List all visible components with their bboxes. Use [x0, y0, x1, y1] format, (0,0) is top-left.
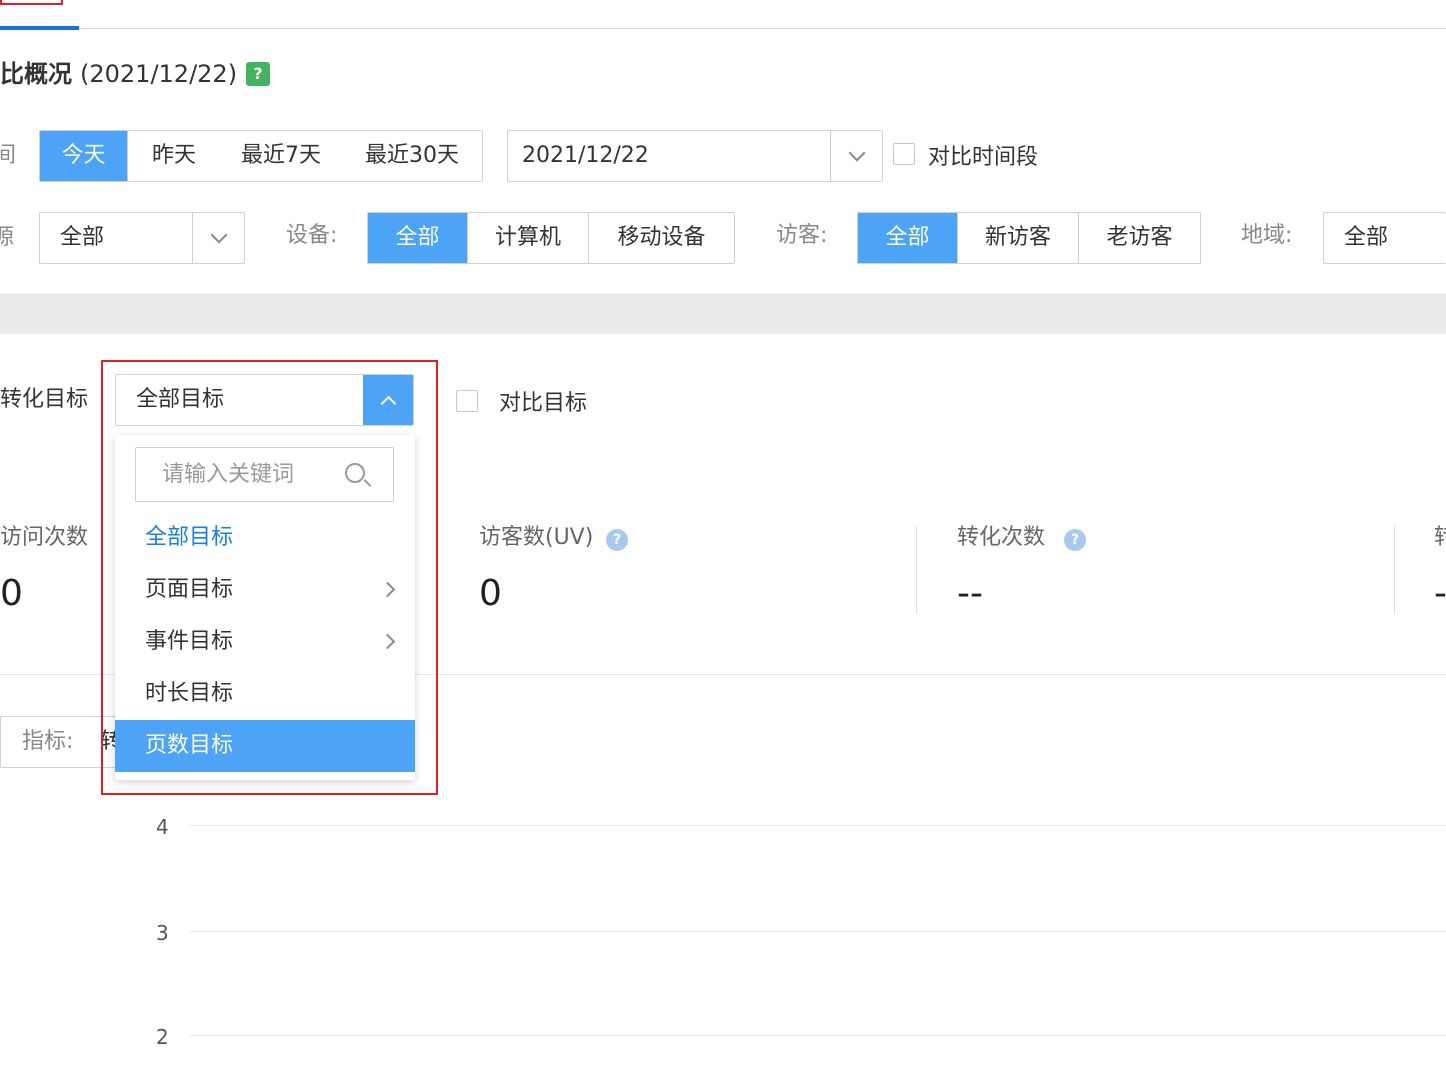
source-value: 全部	[60, 225, 105, 250]
metric-uv-label: 访客数(UV)	[479, 525, 594, 550]
source-select[interactable]: 全部	[39, 212, 245, 264]
time-range-group: 今天 昨天 最近7天 最近30天	[39, 130, 483, 182]
metric-conversions-value: --	[957, 573, 983, 614]
chevron-down-icon[interactable]	[192, 213, 244, 263]
device-mobile-button[interactable]: 移动设备	[589, 213, 734, 263]
y-tick-label: 2	[156, 1025, 169, 1049]
metric-divider	[916, 526, 917, 614]
region-value: 全部	[1344, 225, 1389, 250]
help-icon[interactable]: ?	[1064, 529, 1086, 551]
grid-line	[190, 931, 1446, 932]
visitor-group: 全部 新访客 老访客	[857, 212, 1201, 264]
device-computer-button[interactable]: 计算机	[468, 213, 589, 263]
grid-line	[190, 825, 1446, 826]
chevron-down-icon[interactable]	[830, 131, 882, 181]
grid-line	[190, 1035, 1446, 1036]
highlight-box-top	[0, 0, 63, 5]
goal-label: 转化目标	[0, 387, 89, 412]
visitor-returning-button[interactable]: 老访客	[1079, 213, 1200, 263]
device-group: 全部 计算机 移动设备	[367, 212, 735, 264]
y-tick-label: 4	[156, 815, 169, 839]
compare-period-checkbox[interactable]	[893, 143, 915, 165]
help-icon[interactable]: ?	[246, 62, 270, 86]
metric-conversions-label: 转化次数	[957, 525, 1046, 550]
time-today-button[interactable]: 今天	[40, 131, 128, 181]
metric-rate-label: 转	[1434, 525, 1446, 550]
compare-goal-checkbox[interactable]	[456, 390, 478, 412]
time-label: 间:	[0, 143, 16, 168]
metric-uv-value: 0	[479, 573, 502, 614]
help-icon[interactable]: ?	[606, 529, 628, 551]
compare-period-label: 对比时间段	[928, 145, 1039, 170]
region-label: 地域:	[1241, 223, 1293, 248]
indicator-label: 指标:	[22, 729, 74, 754]
compare-goal-label: 对比目标	[499, 391, 588, 416]
date-picker[interactable]: 2021/12/22	[507, 130, 883, 182]
time-7days-button[interactable]: 最近7天	[220, 131, 342, 181]
visitor-new-button[interactable]: 新访客	[958, 213, 1079, 263]
highlight-box	[101, 360, 438, 795]
page-title: 比概况 (2021/12/22)	[0, 60, 238, 88]
time-30days-button[interactable]: 最近30天	[342, 131, 482, 181]
source-label: 源:	[0, 225, 14, 250]
device-label: 设备:	[286, 223, 338, 248]
metric-visits-value: 0	[0, 573, 23, 614]
date-value: 2021/12/22	[522, 143, 649, 168]
y-tick-label: 3	[156, 921, 169, 945]
metric-visits-label: 访问次数	[0, 525, 89, 550]
region-select[interactable]: 全部	[1323, 212, 1446, 264]
visitor-all-button[interactable]: 全部	[858, 213, 958, 263]
visitor-label: 访客:	[776, 223, 828, 248]
active-tab-indicator	[0, 26, 79, 30]
metric-rate-value: -	[1434, 574, 1446, 614]
metric-divider	[1394, 526, 1395, 614]
section-separator	[0, 294, 1446, 334]
device-all-button[interactable]: 全部	[368, 213, 468, 263]
tab-bar-divider	[0, 28, 1446, 29]
time-yesterday-button[interactable]: 昨天	[128, 131, 220, 181]
